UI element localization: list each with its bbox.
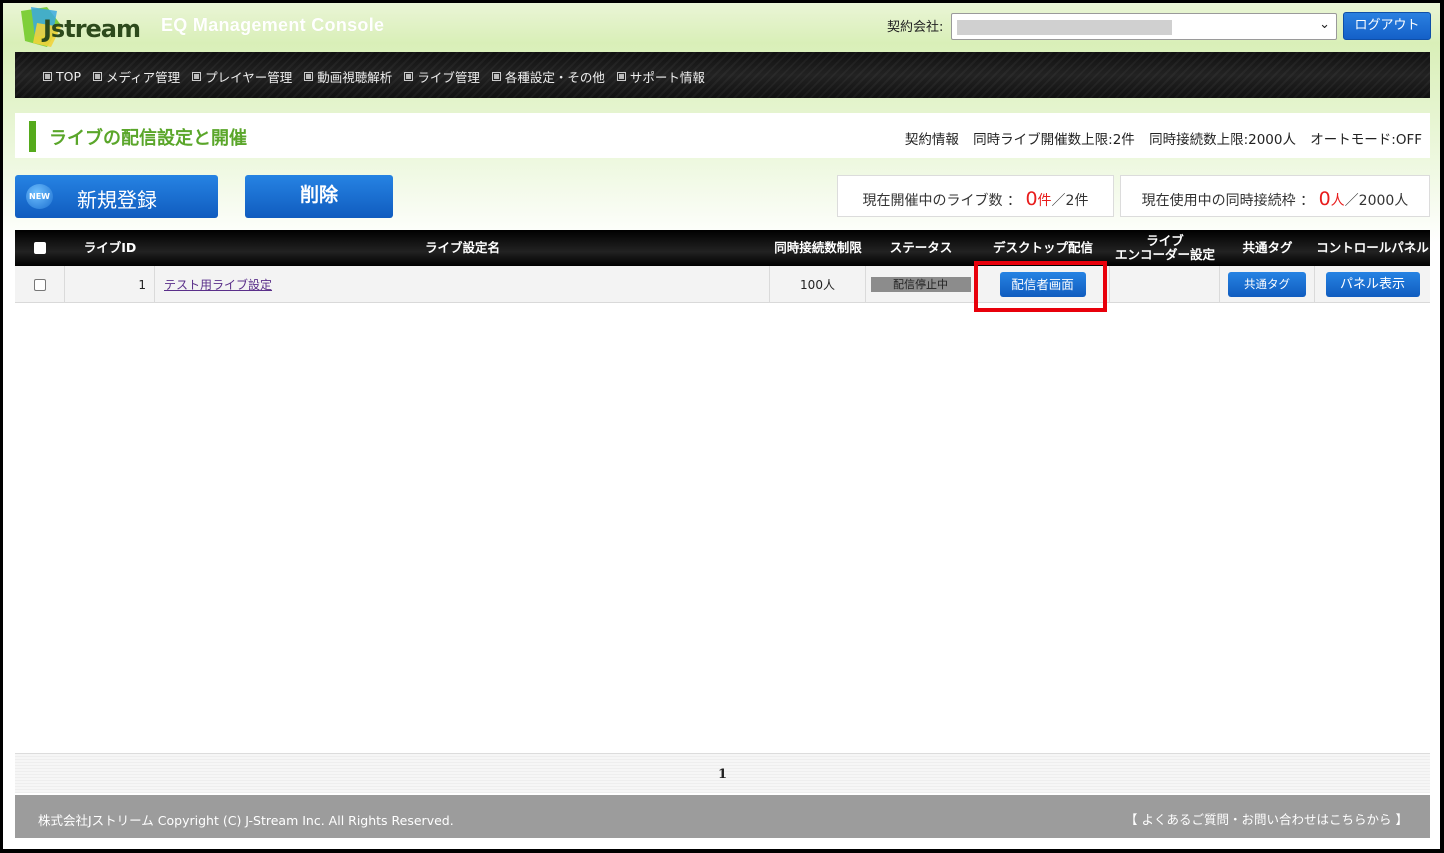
- col-common-tag: 共通タグ: [1242, 240, 1293, 255]
- checkbox-icon: [43, 72, 52, 81]
- copyright-text: 株式会社Jストリーム Copyright (C) J-Stream Inc. A…: [38, 813, 454, 828]
- delete-button[interactable]: 削除: [245, 175, 393, 218]
- row-panel-cell: パネル表示: [1315, 266, 1430, 303]
- row-encoder-cell: [1110, 266, 1220, 303]
- col-live-name[interactable]: ライブ設定名: [155, 230, 770, 266]
- chevron-down-icon: ⌄: [1319, 17, 1330, 32]
- new-badge-icon: NEW: [26, 184, 53, 209]
- current-live-value: 0: [1025, 188, 1038, 210]
- current-connection-value: 0: [1318, 188, 1331, 210]
- panel-display-button[interactable]: パネル表示: [1325, 272, 1420, 297]
- contract-info-label: 契約情報: [904, 132, 959, 148]
- jstream-logo[interactable]: Jstream: [17, 7, 141, 49]
- row-status-cell: 配信停止中: [866, 266, 976, 303]
- auto-mode: オートモード:OFF: [1310, 132, 1422, 148]
- pagination: 1: [15, 753, 1430, 793]
- page: Jstream EQ Management Console 契約会社: ⌄ ログ…: [3, 3, 1440, 849]
- col-connection-limit: 同時接続数制限: [774, 240, 862, 255]
- nav-item-player[interactable]: プレイヤー管理: [192, 67, 292, 86]
- main-nav: TOP メディア管理 プレイヤー管理 動画視聴解析 ライブ管理 各種設定・その他…: [15, 52, 1430, 98]
- select-all-cell: [15, 230, 65, 266]
- select-all-checkbox[interactable]: [34, 242, 46, 254]
- row-live-id: 1: [65, 266, 155, 303]
- redacted-company-name: [957, 20, 1172, 35]
- current-connection-box: 現在使用中の同時接続枠 ： 0人／2000人: [1120, 175, 1430, 217]
- nav-item-support[interactable]: サポート情報: [616, 67, 705, 86]
- checkbox-icon: [304, 72, 314, 81]
- current-connection-unit: 人: [1330, 193, 1345, 209]
- col-live-id[interactable]: ライブID: [65, 230, 155, 266]
- checkbox-icon: [616, 72, 626, 81]
- highlight-box: [974, 261, 1107, 312]
- live-name-link[interactable]: テスト用ライブ設定: [164, 276, 272, 293]
- faq-contact-link[interactable]: 【 よくあるご質問・お問い合わせはこちらから 】: [1125, 809, 1408, 828]
- concurrent-live-limit: 同時ライブ開催数上限:2件: [973, 132, 1135, 148]
- nav-item-live[interactable]: ライブ管理: [404, 67, 480, 86]
- table-row: 1 テスト用ライブ設定 100人 配信停止中 配信者画面 共通タグ パネル表示: [15, 266, 1430, 303]
- logout-button[interactable]: ログアウト: [1343, 12, 1431, 40]
- col-control-panel: コントロールパネル: [1316, 240, 1429, 255]
- current-live-count-box: 現在開催中のライブ数 ： 0件／2件: [837, 175, 1114, 217]
- nav-item-analytics[interactable]: 動画視聴解析: [304, 67, 392, 86]
- status-badge: 配信停止中: [870, 277, 971, 292]
- common-tag-button[interactable]: 共通タグ: [1228, 272, 1306, 297]
- logo-text: Jstream: [43, 15, 141, 43]
- contract-company-select[interactable]: ⌄: [951, 13, 1337, 40]
- contract-info: 契約情報 同時ライブ開催数上限:2件 同時接続数上限:2000人 オートモード:…: [895, 128, 1422, 148]
- current-connection-label: 現在使用中の同時接続枠 ：: [1141, 193, 1315, 209]
- page-title-bar: ライブの配信設定と開催 契約情報 同時ライブ開催数上限:2件 同時接続数上限:2…: [15, 113, 1430, 158]
- row-connection-limit: 100人: [770, 266, 866, 303]
- nav-item-settings[interactable]: 各種設定・その他: [491, 67, 605, 86]
- checkbox-icon: [93, 72, 103, 81]
- connection-max: ／2000人: [1344, 193, 1409, 209]
- checkbox-icon: [404, 72, 414, 81]
- row-checkbox[interactable]: [33, 278, 46, 291]
- new-registration-label: 新規登録: [77, 188, 157, 212]
- page-title: ライブの配信設定と開催: [49, 128, 247, 149]
- console-title: EQ Management Console: [161, 15, 385, 35]
- row-select-cell: [15, 266, 65, 303]
- table-header: ライブID ライブ設定名 同時接続数制限 ステータス デスクトップ配信 ライブ …: [15, 230, 1430, 266]
- live-settings-table: ライブID ライブ設定名 同時接続数制限 ステータス デスクトップ配信 ライブ …: [15, 230, 1430, 303]
- nav-item-top[interactable]: TOP: [43, 67, 81, 86]
- title-accent-bar: [29, 121, 36, 152]
- col-encoder-settings: ライブ エンコーダー設定: [1114, 233, 1215, 262]
- browser-frame: Jstream EQ Management Console 契約会社: ⌄ ログ…: [3, 3, 1440, 849]
- footer: 株式会社Jストリーム Copyright (C) J-Stream Inc. A…: [15, 795, 1430, 838]
- live-max: ／2件: [1051, 193, 1089, 209]
- nav-item-media[interactable]: メディア管理: [93, 67, 180, 86]
- concurrent-connection-limit: 同時接続数上限:2000人: [1149, 132, 1296, 148]
- new-registration-button[interactable]: NEW 新規登録: [15, 175, 218, 218]
- checkbox-icon: [491, 72, 501, 81]
- row-tag-cell: 共通タグ: [1220, 266, 1315, 303]
- checkbox-icon: [192, 72, 202, 81]
- current-live-label: 現在開催中のライブ数 ：: [862, 193, 1021, 209]
- current-live-unit: 件: [1037, 193, 1052, 209]
- col-status: ステータス: [889, 240, 953, 255]
- page-number[interactable]: 1: [15, 767, 1430, 782]
- row-live-name-cell: テスト用ライブ設定: [155, 266, 770, 303]
- contract-company-label: 契約会社:: [887, 20, 944, 35]
